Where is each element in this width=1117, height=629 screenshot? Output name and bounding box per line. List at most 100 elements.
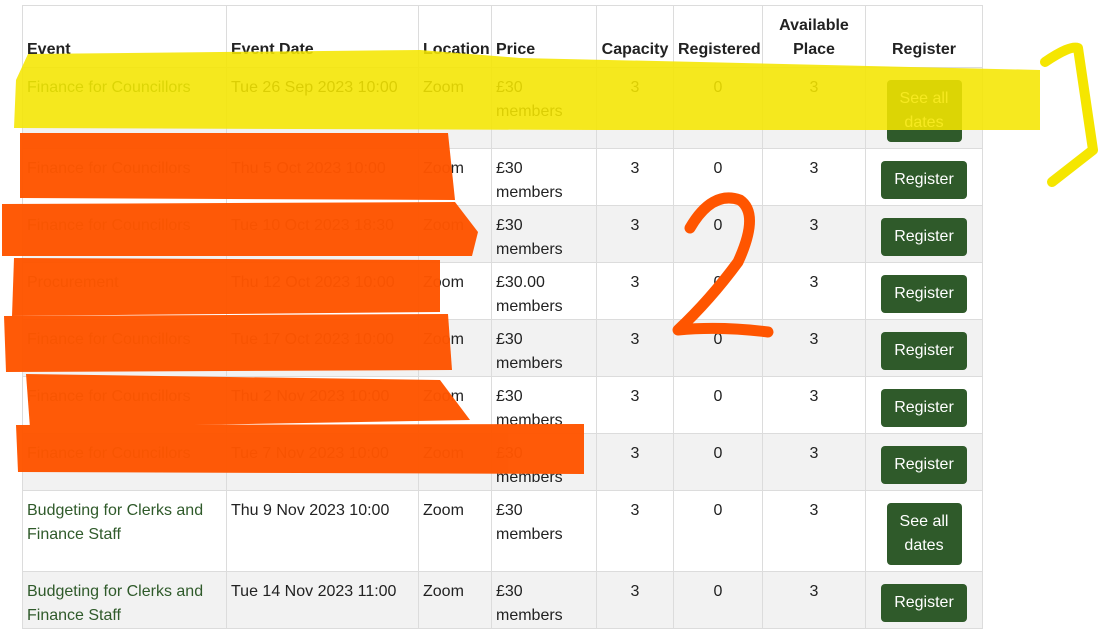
table-row: Budgeting for Clerks and Finance Staff T… — [22, 571, 983, 629]
event-cell: Finance for Councillors — [22, 205, 227, 263]
registered-cell: 0 — [673, 376, 763, 434]
price-cell: £30 members — [491, 205, 597, 263]
table-header-row: Event Event Date Location Price Capacity… — [22, 5, 983, 68]
registered-cell: 0 — [673, 571, 763, 629]
available-cell: 3 — [762, 262, 866, 320]
register-button[interactable]: Register — [881, 584, 967, 622]
register-button[interactable]: Register — [881, 161, 967, 199]
event-link[interactable]: Finance for Councillors — [27, 388, 191, 405]
table-row: Finance for Councillors Thu 5 Oct 2023 1… — [22, 148, 983, 206]
event-cell: Budgeting for Clerks and Finance Staff — [22, 571, 227, 629]
event-cell: Budgeting for Clerks and Finance Staff — [22, 490, 227, 572]
register-button[interactable]: Register — [881, 389, 967, 427]
event-cell: Finance for Councillors — [22, 376, 227, 434]
price-cell: £30 members — [491, 67, 597, 149]
event-date-cell: Tue 14 Nov 2023 11:00 — [226, 571, 419, 629]
available-cell: 3 — [762, 571, 866, 629]
see-all-dates-button[interactable]: See all dates — [886, 80, 962, 142]
table-row: Finance for Councillors Tue 26 Sep 2023 … — [22, 67, 983, 149]
location-cell: Zoom — [418, 490, 492, 572]
header-event: Event — [22, 5, 227, 68]
header-register: Register — [865, 5, 983, 68]
register-cell: Register — [865, 319, 983, 377]
event-cell: Finance for Councillors — [22, 148, 227, 206]
event-link[interactable]: Budgeting for Clerks and Finance Staff — [27, 502, 203, 543]
table-row: Finance for Councillors Thu 2 Nov 2023 1… — [22, 376, 983, 434]
capacity-cell: 3 — [596, 262, 674, 320]
register-button[interactable]: Register — [881, 332, 967, 370]
table-row: Finance for Councillors Tue 7 Nov 2023 1… — [22, 433, 983, 491]
register-button[interactable]: Register — [881, 218, 967, 256]
page: Event Event Date Location Price Capacity… — [0, 0, 1117, 629]
event-link[interactable]: Finance for Councillors — [27, 331, 191, 348]
event-date-cell: Thu 12 Oct 2023 10:00 — [226, 262, 419, 320]
available-cell: 3 — [762, 319, 866, 377]
event-date-cell: Tue 7 Nov 2023 10:00 — [226, 433, 419, 491]
registered-cell: 0 — [673, 490, 763, 572]
register-cell: Register — [865, 148, 983, 206]
price-cell: £30 members — [491, 319, 597, 377]
capacity-cell: 3 — [596, 571, 674, 629]
event-date-cell: Tue 10 Oct 2023 18:30 — [226, 205, 419, 263]
event-link[interactable]: Procurement — [27, 274, 119, 291]
available-cell: 3 — [762, 490, 866, 572]
capacity-cell: 3 — [596, 148, 674, 206]
register-cell: Register — [865, 262, 983, 320]
register-cell: Register — [865, 205, 983, 263]
table-row: Budgeting for Clerks and Finance Staff T… — [22, 490, 983, 572]
available-cell: 3 — [762, 433, 866, 491]
see-all-dates-button[interactable]: See all dates — [886, 503, 962, 565]
header-available-place: Available Place — [762, 5, 866, 68]
registered-cell: 0 — [673, 67, 763, 149]
event-link[interactable]: Budgeting for Clerks and Finance Staff — [27, 583, 203, 624]
register-cell: See all dates — [865, 490, 983, 572]
price-cell: £30 members — [491, 376, 597, 434]
location-cell: Zoom — [418, 376, 492, 434]
registered-cell: 0 — [673, 433, 763, 491]
register-cell: Register — [865, 571, 983, 629]
event-date-cell: Tue 26 Sep 2023 10:00 — [226, 67, 419, 149]
event-link[interactable]: Finance for Councillors — [27, 445, 191, 462]
event-date-cell: Thu 9 Nov 2023 10:00 — [226, 490, 419, 572]
event-link[interactable]: Finance for Councillors — [27, 217, 191, 234]
header-location: Location — [418, 5, 492, 68]
table-row: Finance for Councillors Tue 10 Oct 2023 … — [22, 205, 983, 263]
event-cell: Finance for Councillors — [22, 67, 227, 149]
register-cell: Register — [865, 433, 983, 491]
price-cell: £30 members — [491, 571, 597, 629]
event-link[interactable]: Finance for Councillors — [27, 79, 191, 96]
capacity-cell: 3 — [596, 205, 674, 263]
location-cell: Zoom — [418, 571, 492, 629]
available-cell: 3 — [762, 376, 866, 434]
price-cell: £30 members — [491, 148, 597, 206]
capacity-cell: 3 — [596, 376, 674, 434]
annotation-number-1 — [1040, 42, 1098, 187]
register-button[interactable]: Register — [881, 446, 967, 484]
location-cell: Zoom — [418, 433, 492, 491]
capacity-cell: 3 — [596, 490, 674, 572]
location-cell: Zoom — [418, 205, 492, 263]
event-cell: Finance for Councillors — [22, 319, 227, 377]
register-button[interactable]: Register — [881, 275, 967, 313]
header-capacity: Capacity — [596, 5, 674, 68]
registered-cell: 0 — [673, 262, 763, 320]
capacity-cell: 3 — [596, 67, 674, 149]
location-cell: Zoom — [418, 148, 492, 206]
available-cell: 3 — [762, 148, 866, 206]
registered-cell: 0 — [673, 148, 763, 206]
price-cell: £30 members — [491, 490, 597, 572]
price-cell: £30.00 members — [491, 262, 597, 320]
available-cell: 3 — [762, 67, 866, 149]
table-row: Finance for Councillors Tue 17 Oct 2023 … — [22, 319, 983, 377]
header-event-date: Event Date — [226, 5, 419, 68]
registered-cell: 0 — [673, 205, 763, 263]
header-registered: Registered — [673, 5, 763, 68]
event-link[interactable]: Finance for Councillors — [27, 160, 191, 177]
capacity-cell: 3 — [596, 319, 674, 377]
location-cell: Zoom — [418, 319, 492, 377]
event-cell: Finance for Councillors — [22, 433, 227, 491]
events-table: Event Event Date Location Price Capacity… — [22, 5, 983, 629]
event-date-cell: Tue 17 Oct 2023 10:00 — [226, 319, 419, 377]
header-price: Price — [491, 5, 597, 68]
table-row: Procurement Thu 12 Oct 2023 10:00 Zoom £… — [22, 262, 983, 320]
